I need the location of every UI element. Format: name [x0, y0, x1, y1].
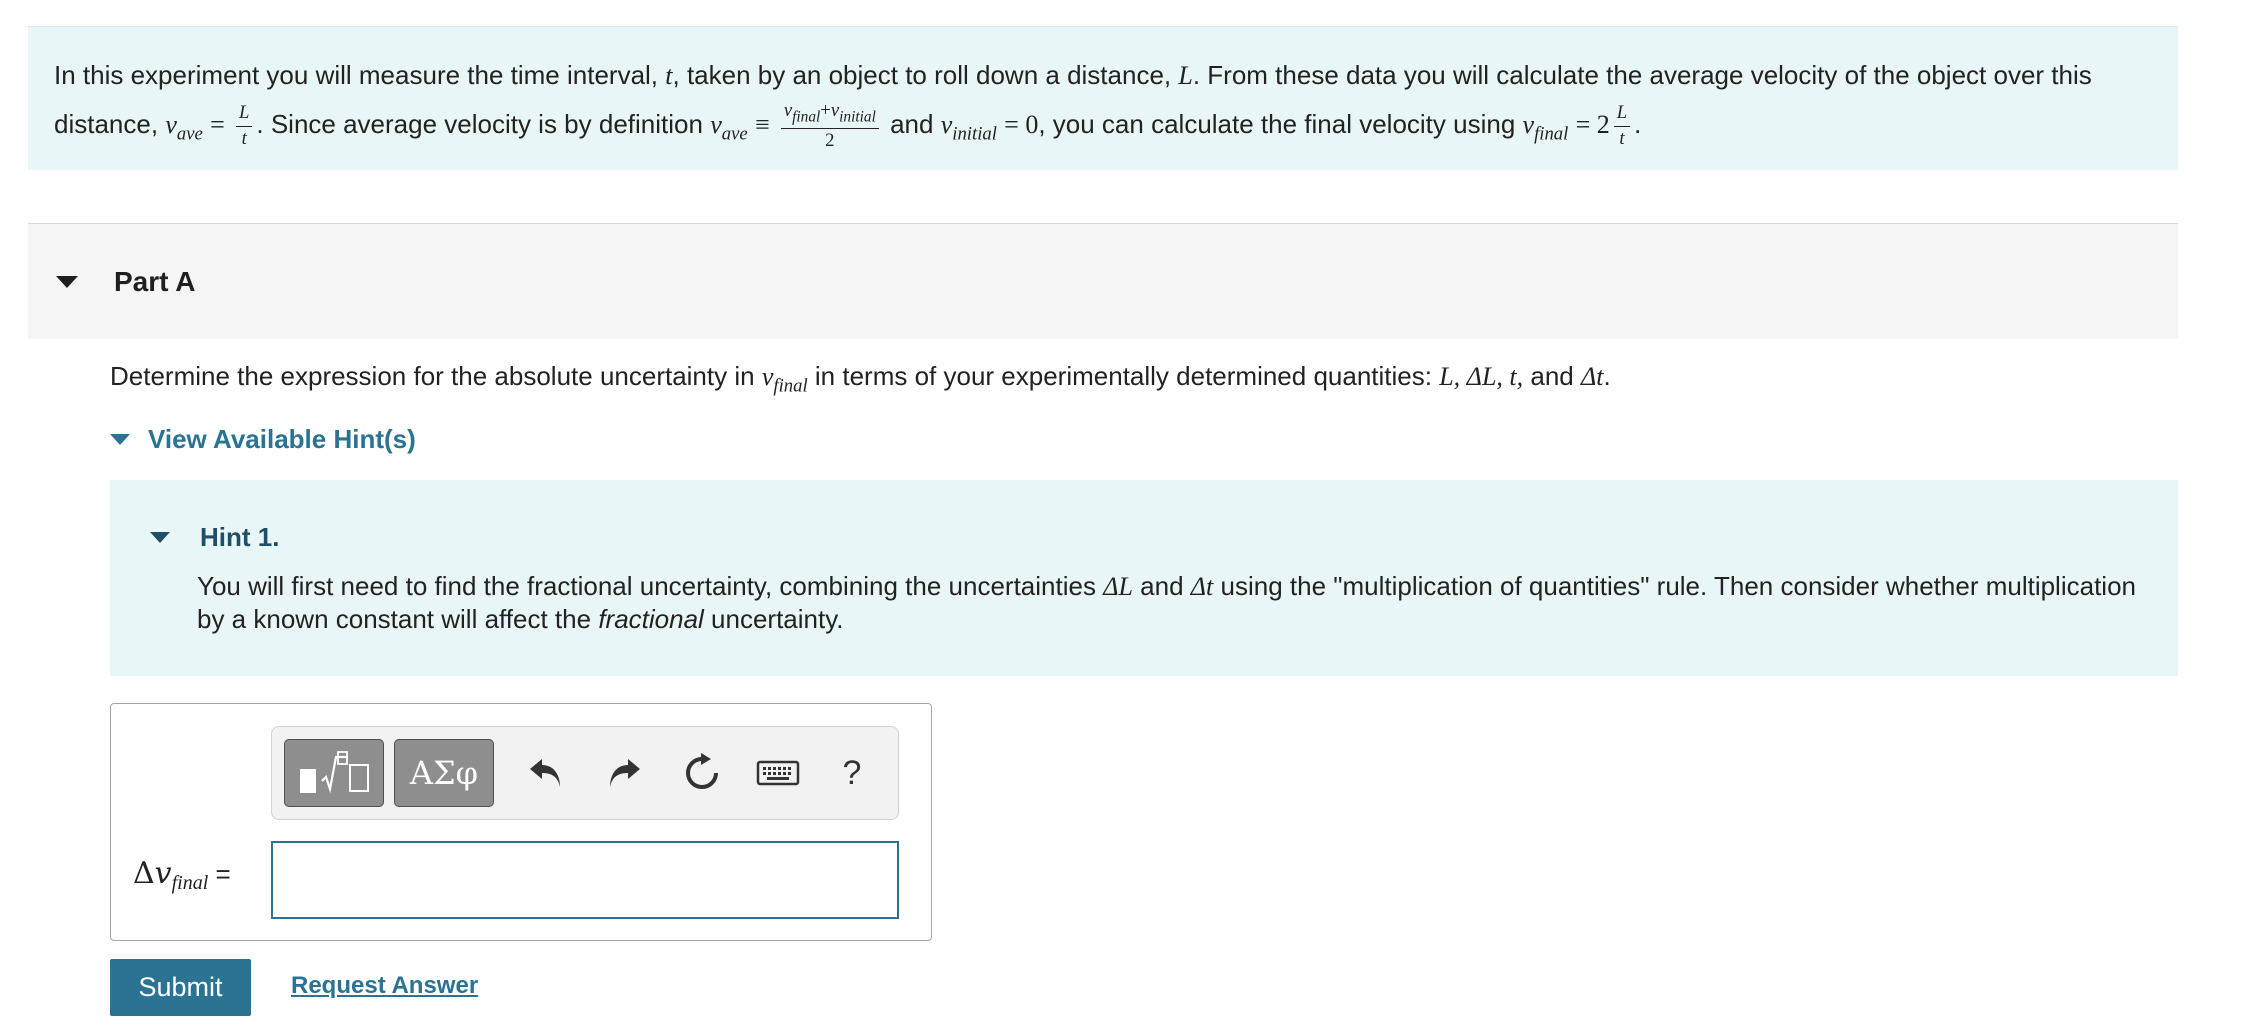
intro-text: distance,	[54, 109, 159, 139]
hint-1-text: You will first need to find the fraction…	[197, 570, 2157, 635]
question-period: .	[1603, 361, 1611, 391]
sub-final: final	[792, 108, 821, 126]
hint-1-title[interactable]: Hint 1.	[200, 522, 279, 553]
help-button[interactable]: ?	[822, 743, 882, 803]
frac-num: L	[235, 103, 253, 127]
intro-text: . Since average velocity is by definitio…	[256, 109, 703, 139]
hint-text-segment: and	[1140, 571, 1184, 601]
sub-ave: ave	[721, 123, 748, 145]
greek-symbols-button[interactable]: ΑΣφ	[394, 739, 494, 807]
var-v: v	[761, 362, 774, 391]
var-v: v	[154, 856, 172, 891]
sub-final: final	[171, 872, 209, 894]
plus-sign: +	[820, 100, 831, 122]
caret-down-icon[interactable]	[150, 532, 170, 543]
sub-ave: ave	[176, 123, 203, 145]
keyboard-button[interactable]	[748, 743, 808, 803]
hint-panel: Hint 1. You will first need to find the …	[110, 480, 2178, 676]
question-text-segment: and	[1530, 361, 1574, 391]
intro-text: . From these data you will calculate the…	[1192, 60, 2092, 90]
sub-initial: initial	[839, 108, 876, 126]
templates-button[interactable]	[284, 739, 384, 807]
var-v: v	[710, 110, 722, 139]
intro-text: and	[890, 109, 934, 139]
part-a-header[interactable]: Part A	[28, 224, 2178, 339]
question-text-segment: Determine the expression for the absolut…	[110, 361, 755, 391]
frac-den: t	[1619, 127, 1625, 149]
delta-t: Δt	[1580, 362, 1604, 391]
var-L: L	[1178, 61, 1193, 90]
fraction-L-over-t: Lt	[1613, 103, 1631, 149]
sub-final: final	[773, 375, 808, 397]
redo-button[interactable]	[594, 743, 654, 803]
answer-box: ΑΣφ ? Δvfinal =	[110, 703, 932, 941]
frac-num: L	[1613, 103, 1631, 127]
sub-final: final	[1534, 123, 1569, 145]
hint-text-segment: You will first need to find the fraction…	[197, 571, 1096, 601]
fraction-L-over-t: Lt	[235, 103, 253, 149]
request-answer-link[interactable]: Request Answer	[291, 972, 478, 1000]
var-v: v	[783, 100, 793, 122]
undo-icon	[530, 759, 560, 787]
intro-period: .	[1634, 109, 1642, 139]
delta-symbol: Δ	[133, 856, 155, 891]
delta-L: ΔL	[1103, 572, 1133, 601]
frac-den: 2	[825, 130, 835, 152]
equiv-sign: ≡	[754, 110, 770, 139]
hint-emphasis: fractional	[598, 604, 704, 634]
redo-icon	[610, 759, 640, 787]
equals-sign: =	[215, 859, 231, 889]
fraction-average-velocity: vfinal+vinitial 2	[780, 100, 879, 152]
answer-label: Δvfinal =	[133, 854, 231, 903]
delta-t: Δt	[1190, 572, 1214, 601]
page: In this experiment you will measure the …	[0, 0, 2244, 1016]
intro-text: In this experiment you will measure the …	[54, 60, 659, 90]
sub-initial: initial	[952, 123, 997, 145]
question-text: Determine the expression for the absolut…	[110, 356, 1611, 407]
var-t: t	[665, 61, 673, 90]
caret-down-icon[interactable]	[110, 434, 130, 445]
intro-panel: In this experiment you will measure the …	[28, 26, 2178, 170]
reset-icon	[686, 753, 718, 789]
undo-button[interactable]	[516, 743, 576, 803]
var-v: v	[165, 110, 177, 139]
submit-button[interactable]: Submit	[110, 959, 251, 1016]
hint-1-header[interactable]: Hint 1.	[150, 522, 279, 553]
var-v: v	[830, 100, 840, 122]
hint-text-segment: uncertainty.	[711, 604, 844, 634]
equals-zero: = 0	[1004, 110, 1039, 139]
reset-button[interactable]	[672, 743, 732, 803]
view-hints-toggle[interactable]: View Available Hint(s)	[110, 424, 416, 455]
var-v: v	[940, 110, 953, 139]
quantities-list: L, ΔL, t,	[1439, 362, 1524, 391]
answer-input[interactable]	[271, 841, 899, 919]
intro-text: , you can calculate the final velocity u…	[1038, 109, 1516, 139]
view-hints-label[interactable]: View Available Hint(s)	[148, 424, 416, 455]
equals-two: = 2	[1575, 110, 1610, 139]
part-title: Part A	[114, 265, 196, 297]
templates-icon	[300, 751, 369, 794]
equals-sign: =	[210, 110, 225, 139]
keyboard-icon	[756, 760, 800, 786]
frac-den: t	[241, 127, 247, 149]
caret-down-icon[interactable]	[56, 275, 78, 288]
intro-text: , taken by an object to roll down a dist…	[672, 60, 1172, 90]
math-toolbar: ΑΣφ ?	[271, 726, 899, 820]
question-text-segment: in terms of your experimentally determin…	[814, 361, 1432, 391]
var-v: v	[1522, 110, 1535, 139]
